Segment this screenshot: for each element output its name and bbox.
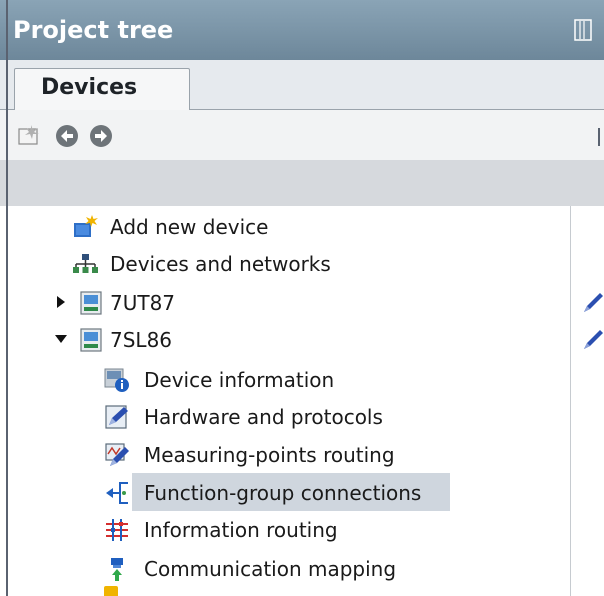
new-item-icon[interactable] — [16, 123, 42, 149]
back-icon[interactable] — [54, 123, 80, 149]
tab-devices-label: Devices — [41, 75, 138, 100]
tree-item-label: Measuring-points routing — [144, 443, 395, 467]
tree-item-add-new-device[interactable]: Add new device — [0, 208, 570, 245]
panel-title: Project tree — [13, 16, 174, 44]
edit-icon[interactable] — [578, 327, 604, 353]
add-device-icon — [74, 215, 98, 237]
tree-item-label: Information routing — [144, 518, 338, 542]
expand-arrow-icon[interactable] — [54, 295, 68, 309]
tree-item-devices-and-networks[interactable]: Devices and networks — [0, 245, 570, 282]
device-icon — [80, 291, 102, 315]
tree-item-7sl86[interactable]: 7SL86 — [0, 321, 570, 358]
project-tree-panel: Project tree Devices Add new device Devi… — [0, 0, 604, 596]
tree-item-communication-mapping[interactable]: Communication mapping — [0, 550, 570, 587]
tree-item-label: Function-group connections — [144, 481, 422, 505]
tree-item-function-group-connections[interactable]: Function-group connections — [0, 474, 570, 511]
comm-mapping-icon — [111, 558, 123, 581]
column-divider — [570, 206, 571, 596]
tree-item-label: Device information — [144, 368, 335, 392]
panel-border — [6, 0, 8, 596]
title-bar: Project tree — [0, 0, 604, 60]
toolbar-separator — [598, 128, 600, 146]
hardware-icon — [105, 405, 128, 429]
tree-item-device-information[interactable]: Device information — [0, 361, 570, 398]
tree-item-7ut87[interactable]: 7UT87 — [0, 284, 570, 321]
device-icon — [80, 328, 102, 352]
tree-item-label: Add new device — [110, 215, 269, 239]
pin-icon[interactable] — [572, 18, 594, 42]
device-info-icon — [104, 368, 129, 392]
tree-item-label: 7SL86 — [110, 328, 173, 352]
toolbar — [0, 110, 604, 160]
tree-item-label: 7UT87 — [110, 291, 176, 315]
tree-item-measuring-points-routing[interactable]: Measuring-points routing — [0, 436, 570, 473]
measuring-icon — [105, 443, 129, 466]
tab-strip: Devices — [0, 60, 604, 111]
tree-item-hardware-and-protocols[interactable]: Hardware and protocols — [0, 398, 570, 435]
next-item-icon-partial — [104, 586, 118, 596]
forward-icon[interactable] — [88, 123, 114, 149]
tree-item-label: Devices and networks — [110, 252, 331, 276]
edit-icon[interactable] — [578, 290, 604, 316]
column-header — [0, 160, 604, 206]
info-routing-icon — [106, 519, 128, 541]
tree-item-label: Hardware and protocols — [144, 405, 383, 429]
tree-item-label: Communication mapping — [144, 557, 397, 581]
tree-item-information-routing[interactable]: Information routing — [0, 511, 570, 548]
function-group-icon — [106, 482, 128, 504]
network-icon — [73, 254, 98, 273]
tab-devices[interactable]: Devices — [14, 68, 190, 111]
collapse-arrow-icon[interactable] — [54, 332, 68, 346]
